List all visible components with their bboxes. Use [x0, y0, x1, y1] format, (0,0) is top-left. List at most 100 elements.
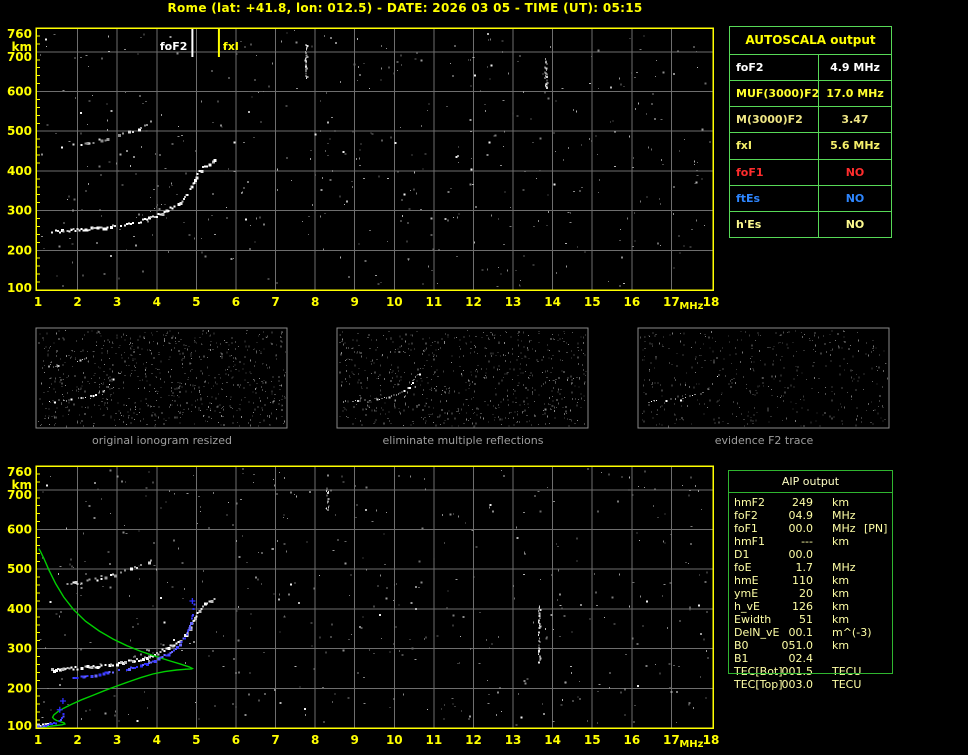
aip-unit: km: [832, 574, 850, 587]
autoscala-table-row: ftEs NO: [730, 185, 891, 212]
parameter-label: MUF(3000)F2: [730, 81, 819, 107]
processing-panel-1: [35, 327, 288, 429]
aip-table-header: AIP output: [728, 470, 893, 493]
aip-table-row: hmF2 249 km: [728, 496, 893, 509]
aip-unit: km: [832, 535, 850, 548]
processing-panel-2: [336, 327, 589, 429]
x-axis-tick-label: 16: [623, 295, 640, 309]
fxI-marker-label: fxI: [223, 40, 239, 53]
x-axis-tick-label: 14: [544, 295, 561, 309]
panel-caption-evidence: evidence F2 trace: [714, 434, 814, 447]
aip-label: h_vE: [734, 600, 760, 613]
x-axis-tick-label: 1: [34, 733, 42, 747]
y-axis-tick-label: 700: [7, 50, 32, 64]
y-axis-tick-label: 200: [7, 681, 32, 695]
aip-table-row: B0 051.0 km: [728, 639, 893, 652]
x-axis-tick-label: 13: [505, 295, 522, 309]
top-ionogram-plot: foF2 fxI760km7006005004003002001001 2 3 4 5 6 7…: [7, 27, 719, 312]
aip-value: 003.0: [781, 678, 814, 691]
x-axis-tick-label: 10: [386, 295, 403, 309]
panel-border: [35, 327, 288, 429]
aip-flag: [PN]: [864, 522, 888, 535]
aip-table-row: hmE 110 km: [728, 574, 893, 587]
foF2-marker-label: foF2: [160, 40, 188, 53]
y-axis-tick-label: 100: [7, 281, 32, 295]
aip-label: B0: [734, 639, 749, 652]
x-axis-tick-label: 15: [584, 733, 601, 747]
x-axis-tick-label: 16: [623, 733, 640, 747]
aip-label: D1: [734, 548, 750, 561]
aip-label: hmE: [734, 574, 759, 587]
aip-table-row: foE 1.7 MHz: [728, 561, 893, 574]
y-axis-tick-label: 760: [7, 27, 32, 41]
x-axis-tick-label: 3: [113, 733, 121, 747]
y-axis-tick-label: 400: [7, 602, 32, 616]
aip-value: 00.0: [788, 522, 814, 535]
aip-value: 00.1: [788, 626, 814, 639]
x-axis-tick-label: 11: [426, 295, 443, 309]
aip-label: hmF2: [734, 496, 766, 509]
aip-label: foE: [734, 561, 752, 574]
aip-table-row: D1 00.0: [728, 548, 893, 561]
aip-value: 051.0: [781, 639, 814, 652]
aip-unit: km: [832, 613, 850, 626]
parameter-value: 5.6 MHz: [830, 139, 880, 153]
y-axis-tick-label: 700: [7, 488, 32, 502]
x-axis-tick-label: 15: [584, 295, 601, 309]
aip-unit: TECU: [832, 665, 862, 678]
aip-unit: km: [832, 496, 850, 509]
aip-unit: MHz: [832, 561, 856, 574]
x-axis-unit-label: MHz: [679, 739, 703, 750]
parameter-value: NO: [845, 165, 865, 179]
x-axis-tick-label: 7: [271, 733, 279, 747]
aip-table-row: foF2 04.9 MHz: [728, 509, 893, 522]
parameter-value: 4.9 MHz: [830, 61, 880, 75]
y-axis-tick-label: 100: [7, 719, 32, 733]
y-axis-tick-label: 300: [7, 642, 32, 656]
x-axis-tick-label: 7: [271, 295, 279, 309]
aip-label: B1: [734, 652, 749, 665]
x-axis-tick-label: 3: [113, 295, 121, 309]
y-axis-tick-label: 400: [7, 164, 32, 178]
x-axis-tick-label: 5: [192, 295, 200, 309]
y-axis-tick-label: 760: [7, 465, 32, 479]
aip-label: foF1: [734, 522, 758, 535]
x-axis-tick-label: 6: [232, 733, 240, 747]
parameter-value: 17.0 MHz: [826, 87, 884, 101]
aip-table-row: DelN_vE 00.1 m^(-3): [728, 626, 893, 639]
processing-panel-3: [637, 327, 890, 429]
x-axis-tick-label: 12: [465, 295, 482, 309]
aip-table-row: TEC[Bot] 001.5 TECU: [728, 665, 893, 678]
x-axis-tick-label: 13: [505, 733, 522, 747]
aip-unit: TECU: [832, 678, 862, 691]
autoscala-output-table: AUTOSCALA output foF2 4.9 MHz MUF(3000)F2 1…: [729, 26, 892, 238]
aip-value: 51: [799, 613, 813, 626]
x-axis-tick-label: 8: [311, 295, 319, 309]
aip-label: Ewidth: [734, 613, 772, 626]
aip-table-row: ymE 20 km: [728, 587, 893, 600]
x-axis-tick-label: 2: [73, 733, 81, 747]
y-axis-tick-label: 300: [7, 204, 32, 218]
parameter-value: NO: [845, 217, 865, 231]
autoscala-table-row: foF1 NO: [730, 159, 891, 186]
aip-value: 04.9: [788, 509, 814, 522]
aip-value: 126: [792, 600, 813, 613]
aip-unit: km: [832, 587, 850, 600]
aip-unit: km: [832, 639, 850, 652]
autoscala-table-row: M(3000)F2 3.47: [730, 107, 891, 134]
x-axis-tick-label: 9: [351, 733, 359, 747]
parameter-value: NO: [845, 191, 865, 205]
parameter-label: h'Es: [730, 211, 819, 237]
y-axis-tick-label: 500: [7, 562, 32, 576]
autoscala-table-row: foF2 4.9 MHz: [730, 55, 891, 82]
parameter-label: foF1: [730, 159, 819, 185]
y-axis-tick-label: 200: [7, 243, 32, 257]
aip-table-row: Ewidth 51 km: [728, 613, 893, 626]
aip-value: 00.0: [788, 548, 814, 561]
y-axis-tick-label: 600: [7, 523, 32, 537]
x-axis-tick-label: 10: [386, 733, 403, 747]
x-axis-tick-label: 8: [311, 733, 319, 747]
blue-plus-marker: [59, 698, 66, 705]
aip-value: 110: [792, 574, 813, 587]
aip-value: 1.7: [795, 561, 814, 574]
